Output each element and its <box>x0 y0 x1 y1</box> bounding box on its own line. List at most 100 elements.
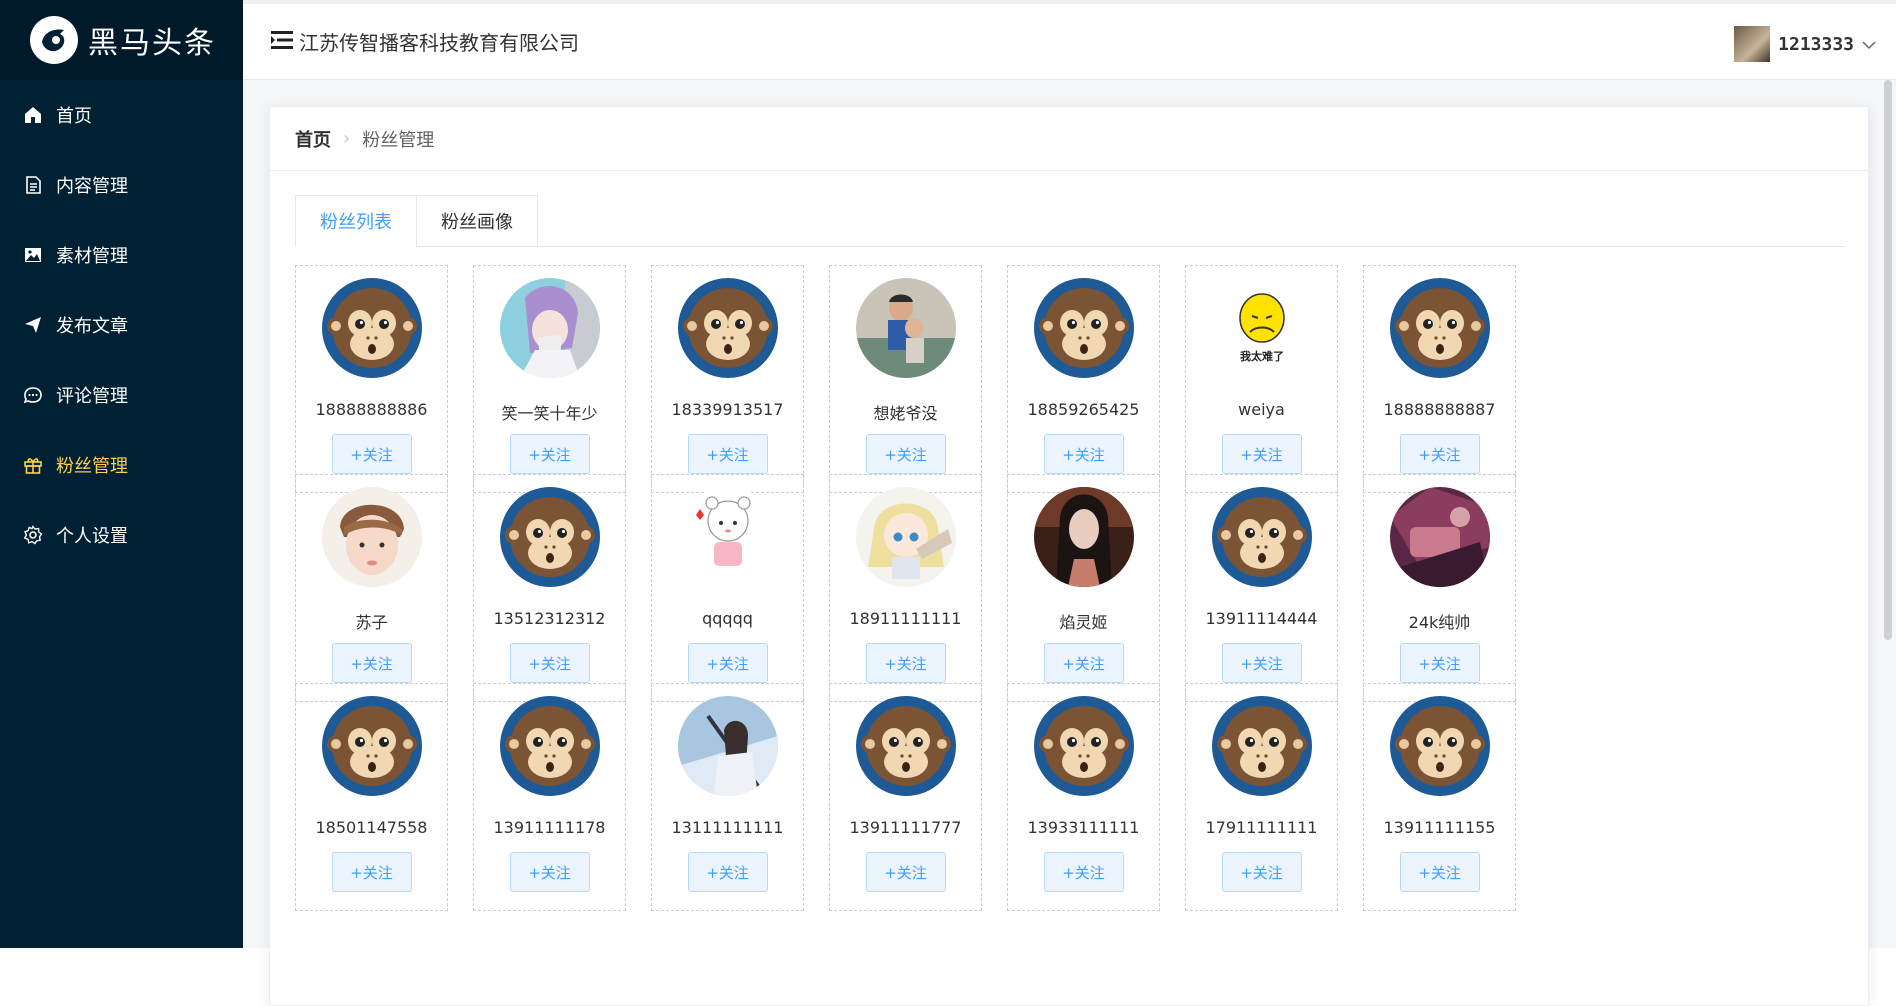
fan-card: qqqqq +关注 <box>651 474 804 702</box>
follow-button[interactable]: +关注 <box>331 434 412 474</box>
follow-button[interactable]: +关注 <box>1221 643 1302 683</box>
fan-name: 13911111777 <box>849 818 962 837</box>
follow-button[interactable]: +关注 <box>687 434 768 474</box>
sidebar-item-1[interactable]: 内容管理 <box>0 150 243 220</box>
fan-name: 18888888887 <box>1383 400 1496 419</box>
fan-avatar[interactable] <box>1033 487 1134 587</box>
fan-avatar[interactable] <box>321 487 422 587</box>
user-avatar <box>1734 26 1771 62</box>
sidebar-item-label: 发布文章 <box>56 316 128 337</box>
fan-avatar[interactable] <box>499 487 600 587</box>
fan-card: 24k纯帅 +关注 <box>1363 474 1516 702</box>
fan-avatar[interactable]: 我太难了 <box>1211 278 1312 378</box>
follow-button[interactable]: +关注 <box>687 852 768 892</box>
fan-name: 17911111111 <box>1205 818 1318 837</box>
main-content: 首页 › 粉丝管理 粉丝列表 粉丝画像 18888888886 +关注 笑一笑十年少… <box>243 80 1896 1006</box>
fan-name: 苏子 <box>355 613 388 632</box>
follow-button[interactable]: +关注 <box>331 852 412 892</box>
fan-avatar[interactable] <box>1211 487 1312 587</box>
fan-card: 13933111111 +关注 <box>1007 683 1160 911</box>
fan-card: 18859265425 +关注 <box>1007 265 1160 493</box>
fan-avatar[interactable] <box>1389 278 1490 378</box>
fan-avatar[interactable] <box>1033 278 1134 378</box>
follow-button[interactable]: +关注 <box>1399 434 1480 474</box>
fan-avatar[interactable] <box>499 278 600 378</box>
fan-avatar[interactable] <box>1033 696 1134 796</box>
fan-card: 13911111777 +关注 <box>829 683 982 911</box>
user-dropdown[interactable]: 1213333 <box>1734 26 1876 62</box>
fan-avatar[interactable] <box>1211 696 1312 796</box>
svg-text:我太难了: 我太难了 <box>1240 349 1284 363</box>
follow-button[interactable]: +关注 <box>1043 852 1124 892</box>
fan-avatar[interactable] <box>321 278 422 378</box>
follow-button[interactable]: +关注 <box>509 434 590 474</box>
sidebar-item-label: 内容管理 <box>56 176 128 197</box>
follow-button[interactable]: +关注 <box>687 643 768 683</box>
follow-button[interactable]: +关注 <box>1221 434 1302 474</box>
fan-card: 13911111178 +关注 <box>473 683 626 911</box>
fan-card: 我太难了 weiya +关注 <box>1185 265 1338 493</box>
tab-fans-list[interactable]: 粉丝列表 <box>295 195 417 247</box>
fan-avatar[interactable] <box>321 696 422 796</box>
fan-name: 笑一笑十年少 <box>501 404 598 423</box>
fan-name: qqqqq <box>702 609 753 628</box>
sidebar-item-2[interactable]: 素材管理 <box>0 220 243 290</box>
fan-avatar[interactable] <box>855 696 956 796</box>
fan-avatar[interactable] <box>677 278 778 378</box>
fan-name: 13111111111 <box>671 818 784 837</box>
fans-card: 首页 › 粉丝管理 粉丝列表 粉丝画像 18888888886 +关注 笑一笑十年少… <box>269 106 1869 1006</box>
tab-fans-portrait[interactable]: 粉丝画像 <box>416 195 538 247</box>
fan-avatar[interactable] <box>677 487 778 587</box>
header: 江苏传智播客科技教育有限公司 1213333 <box>243 4 1896 80</box>
fan-avatar[interactable] <box>855 278 956 378</box>
fan-card: 13911114444 +关注 <box>1185 474 1338 702</box>
fan-avatar[interactable] <box>855 487 956 587</box>
follow-button[interactable]: +关注 <box>1399 852 1480 892</box>
follow-button[interactable]: +关注 <box>1043 643 1124 683</box>
fan-name: weiya <box>1238 400 1285 419</box>
fan-name: 13512312312 <box>493 609 606 628</box>
gear-icon <box>22 524 44 546</box>
fan-card: 13911111155 +关注 <box>1363 683 1516 911</box>
sidebar-item-5[interactable]: 粉丝管理 <box>0 430 243 500</box>
breadcrumb: 首页 › 粉丝管理 <box>270 107 1868 171</box>
fan-name: 24k纯帅 <box>1408 613 1471 632</box>
scrollbar[interactable] <box>1884 80 1892 640</box>
sidebar-item-3[interactable]: 发布文章 <box>0 290 243 360</box>
home-icon <box>22 104 44 126</box>
comment-icon <box>22 384 44 406</box>
fan-card: 17911111111 +关注 <box>1185 683 1338 911</box>
follow-button[interactable]: +关注 <box>865 852 946 892</box>
app-logo-text: 黑马头条 <box>88 26 216 61</box>
follow-button[interactable]: +关注 <box>865 643 946 683</box>
follow-button[interactable]: +关注 <box>509 852 590 892</box>
fan-name: 18911111111 <box>849 609 962 628</box>
fan-card: 18339913517 +关注 <box>651 265 804 493</box>
fan-name: 18888888886 <box>315 400 428 419</box>
follow-button[interactable]: +关注 <box>865 434 946 474</box>
sidebar-item-6[interactable]: 个人设置 <box>0 500 243 570</box>
fan-card: 18888888886 +关注 <box>295 265 448 493</box>
menu-fold-icon[interactable] <box>271 30 293 54</box>
sidebar-item-label: 个人设置 <box>56 526 128 547</box>
follow-button[interactable]: +关注 <box>1221 852 1302 892</box>
fan-name: 13933111111 <box>1027 818 1140 837</box>
follow-button[interactable]: +关注 <box>331 643 412 683</box>
fan-card: 13512312312 +关注 <box>473 474 626 702</box>
sidebar-item-label: 素材管理 <box>56 246 128 267</box>
fan-card: 18501147558 +关注 <box>295 683 448 911</box>
fan-card: 13111111111 +关注 <box>651 683 804 911</box>
app-logo[interactable]: 黑马头条 <box>0 0 243 80</box>
follow-button[interactable]: +关注 <box>509 643 590 683</box>
sidebar-item-4[interactable]: 评论管理 <box>0 360 243 430</box>
fan-avatar[interactable] <box>1389 487 1490 587</box>
breadcrumb-home[interactable]: 首页 <box>295 126 331 152</box>
sidebar-item-0[interactable]: 首页 <box>0 80 243 150</box>
picture-icon <box>22 244 44 266</box>
fan-avatar[interactable] <box>499 696 600 796</box>
fan-name: 13911111178 <box>493 818 606 837</box>
fan-avatar[interactable] <box>677 696 778 796</box>
follow-button[interactable]: +关注 <box>1043 434 1124 474</box>
fan-avatar[interactable] <box>1389 696 1490 796</box>
follow-button[interactable]: +关注 <box>1399 643 1480 683</box>
